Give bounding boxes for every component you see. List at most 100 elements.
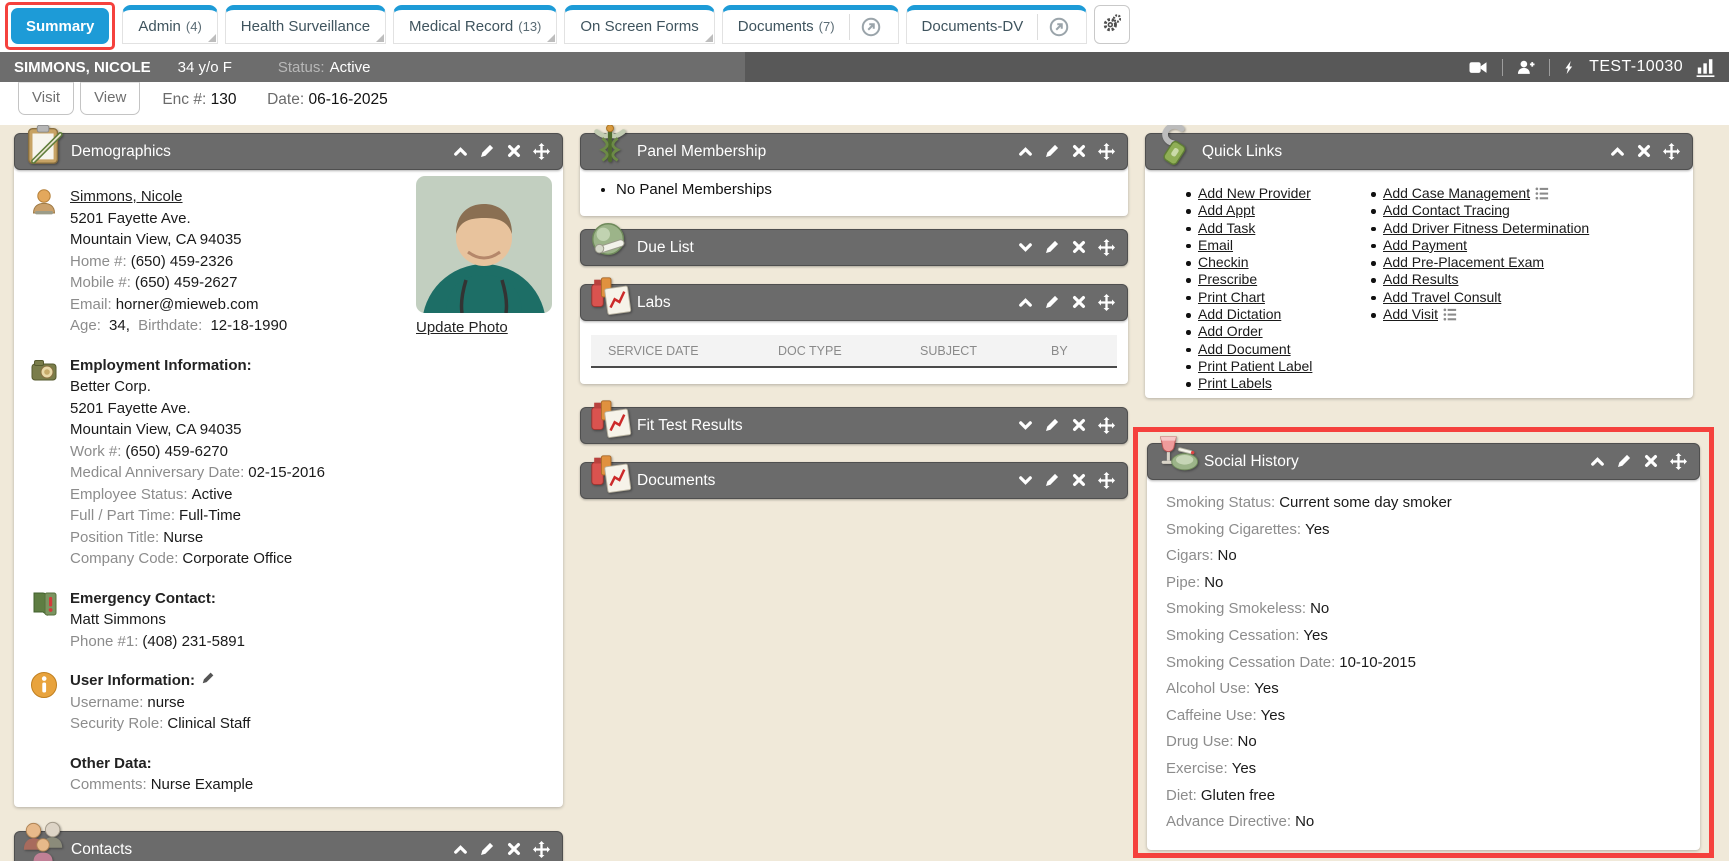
close-icon[interactable] <box>1071 294 1088 311</box>
close-icon[interactable] <box>1636 143 1653 160</box>
move-icon[interactable] <box>1663 143 1680 160</box>
field-label: Smoking Cessation Date: <box>1166 654 1335 671</box>
demographics-clipboard-icon <box>21 122 67 168</box>
lightning-bolt-icon[interactable] <box>1563 59 1576 76</box>
quick-link[interactable]: Add Contact Tracing <box>1383 202 1510 218</box>
edit-icon[interactable] <box>1616 453 1633 470</box>
quick-link[interactable]: Print Labels <box>1198 375 1272 391</box>
collapse-icon[interactable] <box>1017 294 1034 311</box>
emergency-heading: Emergency Contact: <box>70 588 547 610</box>
field-value: Clinical Staff <box>167 715 250 732</box>
collapse-icon[interactable] <box>1017 143 1034 160</box>
close-icon[interactable] <box>506 143 523 160</box>
external-link-icon[interactable] <box>859 15 883 39</box>
panel-documents: Documents <box>580 462 1128 499</box>
tab-documents-dv[interactable]: Documents-DV <box>906 5 1088 44</box>
close-icon[interactable] <box>506 841 523 858</box>
tab-count: (13) <box>518 19 541 34</box>
edit-icon[interactable] <box>479 841 496 858</box>
move-icon[interactable] <box>1098 143 1115 160</box>
edit-icon[interactable] <box>479 143 496 160</box>
tab-label: Documents-DV <box>922 18 1024 35</box>
move-icon[interactable] <box>1670 453 1687 470</box>
quick-link[interactable]: Add Pre-Placement Exam <box>1383 254 1544 270</box>
edit-icon[interactable] <box>1044 417 1061 434</box>
expand-icon[interactable] <box>1017 472 1034 489</box>
close-icon[interactable] <box>1071 472 1088 489</box>
collapse-icon[interactable] <box>1589 453 1606 470</box>
quick-link-item: Add Visit <box>1370 306 1589 323</box>
close-icon[interactable] <box>1071 143 1088 160</box>
collapse-icon[interactable] <box>452 841 469 858</box>
dropdown-fold <box>208 34 216 42</box>
video-call-icon[interactable] <box>1467 59 1489 76</box>
edit-user-info-icon[interactable] <box>201 671 215 685</box>
field-label: Cigars: <box>1166 547 1214 564</box>
field-value: Corporate Office <box>182 550 292 567</box>
quick-link[interactable]: Add Results <box>1383 271 1458 287</box>
edit-icon[interactable] <box>1044 143 1061 160</box>
tab-summary[interactable]: Summary <box>11 8 109 44</box>
social-history-row: Exercise:Yes <box>1166 760 1700 777</box>
panel-contacts: Contacts <box>14 831 563 861</box>
quick-link[interactable]: Add Appt <box>1198 202 1255 218</box>
quick-link[interactable]: Add Order <box>1198 323 1263 339</box>
update-photo-link[interactable]: Update Photo <box>416 319 508 336</box>
quick-link[interactable]: Add Task <box>1198 220 1255 236</box>
social-history-row: Smoking Cessation Date:10-10-2015 <box>1166 654 1700 671</box>
social-history-row: Diet:Gluten free <box>1166 787 1700 804</box>
field-label: Employee Status: <box>70 486 188 503</box>
quick-link-item: Checkin <box>1185 254 1312 271</box>
edit-icon[interactable] <box>1044 239 1061 256</box>
field-value: Yes <box>1254 680 1278 697</box>
field-value: No <box>1310 600 1329 617</box>
tab-label: On Screen Forms <box>580 18 698 35</box>
view-button[interactable]: View <box>80 82 140 115</box>
quick-link[interactable]: Add New Provider <box>1198 185 1311 201</box>
patient-name-link[interactable]: Simmons, Nicole <box>70 188 183 205</box>
move-icon[interactable] <box>533 143 550 160</box>
quick-link[interactable]: Add Document <box>1198 341 1291 357</box>
quick-link[interactable]: Print Patient Label <box>1198 358 1312 374</box>
panel-title: Contacts <box>71 841 132 859</box>
tab-documents[interactable]: Documents (7) <box>722 5 899 44</box>
quick-link[interactable]: Add Payment <box>1383 237 1467 253</box>
move-icon[interactable] <box>1098 417 1115 434</box>
quick-link[interactable]: Add Driver Fitness Determination <box>1383 220 1589 236</box>
quick-link[interactable]: Checkin <box>1198 254 1249 270</box>
chart-stats-icon[interactable] <box>1696 58 1715 77</box>
collapse-icon[interactable] <box>1609 143 1626 160</box>
tab-health-surveillance[interactable]: Health Surveillance <box>225 5 386 44</box>
quick-link-item: Print Labels <box>1185 375 1312 392</box>
quick-link[interactable]: Add Visit <box>1383 306 1438 322</box>
quick-link[interactable]: Add Dictation <box>1198 306 1281 322</box>
quick-link[interactable]: Prescribe <box>1198 271 1257 287</box>
close-icon[interactable] <box>1071 417 1088 434</box>
edit-icon[interactable] <box>1044 472 1061 489</box>
edit-icon[interactable] <box>1044 294 1061 311</box>
quick-link[interactable]: Add Travel Consult <box>1383 289 1501 305</box>
social-history-row: Advance Directive:No <box>1166 813 1700 830</box>
quick-link-item: Add Travel Consult <box>1370 289 1589 306</box>
quick-link[interactable]: Email <box>1198 237 1233 253</box>
quick-link-item: Add Results <box>1370 271 1589 288</box>
settings-gear-button[interactable] <box>1094 5 1130 44</box>
expand-icon[interactable] <box>1017 239 1034 256</box>
collapse-icon[interactable] <box>452 143 469 160</box>
add-person-icon[interactable] <box>1516 59 1536 76</box>
quick-link[interactable]: Print Chart <box>1198 289 1265 305</box>
tab-admin[interactable]: Admin (4) <box>122 5 217 44</box>
expand-icon[interactable] <box>1017 417 1034 434</box>
move-icon[interactable] <box>533 841 550 858</box>
tab-on-screen-forms[interactable]: On Screen Forms <box>564 5 714 44</box>
move-icon[interactable] <box>1098 472 1115 489</box>
close-icon[interactable] <box>1071 239 1088 256</box>
tab-medical-record[interactable]: Medical Record (13) <box>393 5 557 44</box>
list-icon <box>1535 186 1550 201</box>
close-icon[interactable] <box>1643 453 1660 470</box>
external-link-icon[interactable] <box>1047 15 1071 39</box>
move-icon[interactable] <box>1098 239 1115 256</box>
visit-button[interactable]: Visit <box>18 82 74 115</box>
quick-link[interactable]: Add Case Management <box>1383 185 1530 201</box>
move-icon[interactable] <box>1098 294 1115 311</box>
